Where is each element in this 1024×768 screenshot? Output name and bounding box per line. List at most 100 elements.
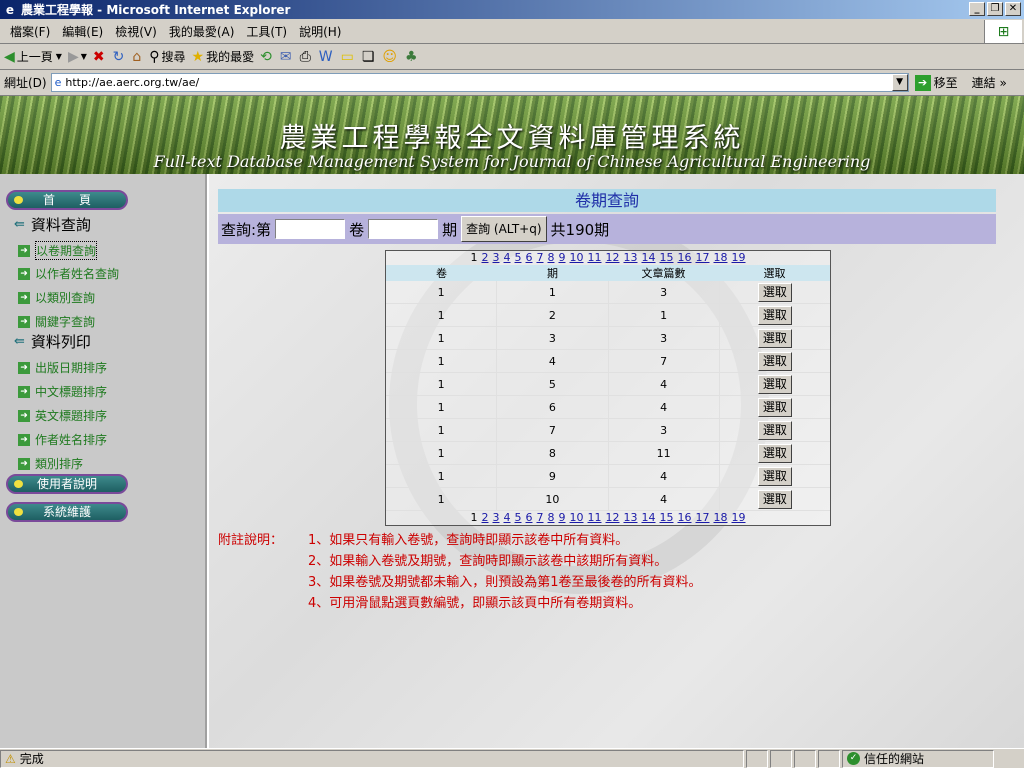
page-link[interactable]: 13 [624, 251, 638, 264]
favorites-button[interactable]: ★ 我的最愛 [192, 48, 255, 65]
cell-article-count: 7 [609, 349, 720, 373]
page-link[interactable]: 17 [696, 251, 710, 264]
page-link[interactable]: 11 [588, 251, 602, 264]
menu-favorites[interactable]: 我的最愛(A) [163, 23, 241, 40]
select-button[interactable]: 選取 [757, 421, 792, 440]
page-link[interactable]: 2 [482, 251, 489, 264]
menu-tools[interactable]: 工具(T) [240, 23, 293, 40]
page-link[interactable]: 14 [642, 251, 656, 264]
home-nav-button[interactable]: 首 頁 [6, 190, 128, 210]
arrow-box-icon: ➜ [18, 385, 30, 398]
tool-button[interactable]: ♣ [405, 49, 420, 65]
total-count: 共190期 [550, 220, 610, 239]
page-link[interactable]: 7 [537, 251, 544, 264]
page-link[interactable]: 3 [493, 511, 500, 524]
messenger-button[interactable]: ☺ [382, 49, 399, 65]
edit-button[interactable]: W [319, 49, 335, 65]
go-button[interactable]: ➔ 移至 [914, 74, 958, 91]
print-button[interactable]: ⎙ [300, 49, 313, 65]
menu-edit[interactable]: 編輯(E) [56, 23, 109, 40]
col-issue: 期 [547, 267, 558, 280]
page-link[interactable]: 15 [660, 511, 674, 524]
issue-input[interactable] [368, 219, 439, 239]
page-link[interactable]: 18 [714, 251, 728, 264]
page-link[interactable]: 19 [732, 251, 746, 264]
links-button[interactable]: 連結 » [972, 74, 1007, 91]
sidebar-item-author-sort[interactable]: ➜ 作者姓名排序 [18, 431, 107, 448]
select-button[interactable]: 選取 [757, 398, 792, 417]
select-button[interactable]: 選取 [757, 306, 792, 325]
select-button[interactable]: 選取 [757, 375, 792, 394]
select-button[interactable]: 選取 [757, 467, 792, 486]
page-link[interactable]: 15 [660, 251, 674, 264]
sidebar-item-date-sort[interactable]: ➜ 出版日期排序 [18, 359, 107, 376]
cell-issue: 2 [497, 303, 609, 327]
page-link[interactable]: 17 [696, 511, 710, 524]
page-link[interactable]: 19 [732, 511, 746, 524]
page-link[interactable]: 12 [606, 251, 620, 264]
menu-view[interactable]: 檢視(V) [109, 23, 163, 40]
bullet-icon [14, 480, 23, 488]
page-link[interactable]: 16 [678, 511, 692, 524]
sidebar-item-author-query[interactable]: ➜ 以作者姓名查詢 [18, 265, 119, 282]
page-link[interactable]: 4 [504, 511, 511, 524]
mail-icon: ✉ [279, 48, 292, 65]
volume-input[interactable] [275, 219, 346, 239]
menu-help[interactable]: 說明(H) [293, 23, 347, 40]
page-link[interactable]: 8 [548, 251, 555, 264]
sidebar-item-category-query[interactable]: ➜ 以類別查詢 [18, 289, 95, 306]
note-line: 4、可用滑鼠點選頁數編號，即顯示該頁中所有卷期資料。 [308, 596, 642, 611]
sidebar-item-cn-title-sort[interactable]: ➜ 中文標題排序 [18, 383, 107, 400]
sidebar-item-volume-query[interactable]: ➜ 以卷期查詢 [18, 241, 98, 260]
page-link[interactable]: 18 [714, 511, 728, 524]
page-link[interactable]: 16 [678, 251, 692, 264]
select-button[interactable]: 選取 [757, 444, 792, 463]
page-link[interactable]: 4 [504, 251, 511, 264]
home-button[interactable]: ⌂ [132, 49, 143, 65]
refresh-button[interactable]: ↻ [113, 49, 127, 65]
sidebar-item-category-sort[interactable]: ➜ 類別排序 [18, 455, 83, 472]
page-link[interactable]: 7 [537, 511, 544, 524]
cell-article-count: 4 [609, 487, 720, 511]
mail-button[interactable]: ✉ [280, 49, 294, 65]
sidebar-item-en-title-sort[interactable]: ➜ 英文標題排序 [18, 407, 107, 424]
page-link[interactable]: 13 [624, 511, 638, 524]
address-dropdown[interactable]: ▼ [891, 74, 908, 91]
user-guide-button[interactable]: 使用者說明 [6, 474, 128, 494]
search-button[interactable]: ⚲ 搜尋 [149, 48, 185, 65]
page-link[interactable]: 5 [515, 511, 522, 524]
page-link[interactable]: 8 [548, 511, 555, 524]
forward-button[interactable]: ▶ ▼ [68, 49, 87, 65]
menu-bar: 檔案(F) 編輯(E) 檢視(V) 我的最愛(A) 工具(T) 說明(H) [0, 19, 1024, 44]
page-link[interactable]: 6 [526, 511, 533, 524]
back-button[interactable]: ◀ 上一頁 ▼ [4, 48, 62, 65]
page-link[interactable]: 6 [526, 251, 533, 264]
page-link[interactable]: 9 [559, 251, 566, 264]
select-button[interactable]: 選取 [757, 352, 792, 371]
page-link[interactable]: 10 [570, 251, 584, 264]
page-link[interactable]: 9 [559, 511, 566, 524]
discuss-button[interactable]: ▭ [341, 49, 356, 65]
page-link[interactable]: 2 [482, 511, 489, 524]
page-link[interactable]: 5 [515, 251, 522, 264]
results-table: 1 2 3 4 5 6 7 8 9 10 11 12 13 14 15 16 17 18 19 卷 期 文章篇數 選… [385, 250, 831, 526]
page-link[interactable]: 14 [642, 511, 656, 524]
page-link[interactable]: 11 [588, 511, 602, 524]
stop-button[interactable]: ✖ [93, 49, 107, 65]
history-button[interactable]: ⟲ [260, 49, 274, 65]
page-link[interactable]: 10 [570, 511, 584, 524]
address-input[interactable]: e http://ae.aerc.org.tw/ae/ ▼ [50, 73, 909, 92]
restore-button[interactable]: ❐ [987, 2, 1003, 16]
minimize-button[interactable]: _ [969, 2, 985, 16]
menu-file[interactable]: 檔案(F) [4, 23, 56, 40]
sidebar-item-keyword-query[interactable]: ➜ 關鍵字查詢 [18, 313, 95, 330]
select-button[interactable]: 選取 [757, 490, 792, 509]
close-button[interactable]: ✕ [1005, 2, 1021, 16]
select-button[interactable]: 選取 [757, 329, 792, 348]
query-button[interactable]: 查詢 (ALT+q) [461, 216, 547, 242]
select-button[interactable]: 選取 [757, 283, 792, 302]
page-link[interactable]: 12 [606, 511, 620, 524]
maintenance-button[interactable]: 系統維護 [6, 502, 128, 522]
research-button[interactable]: ❏ [362, 49, 377, 65]
page-link[interactable]: 3 [493, 251, 500, 264]
